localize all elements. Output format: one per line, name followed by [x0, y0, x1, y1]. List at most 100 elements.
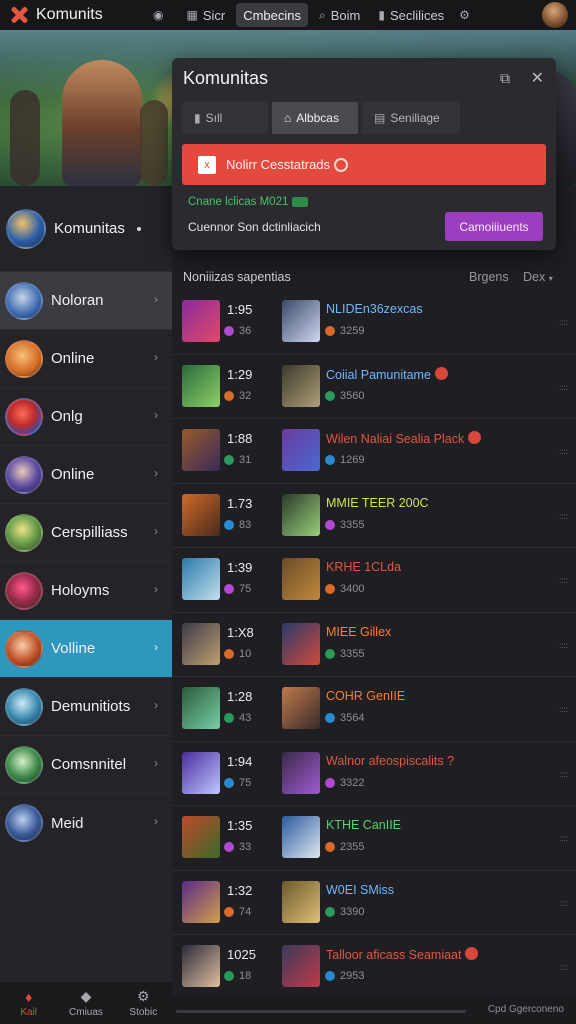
game-thumbnail — [182, 880, 220, 923]
sort-option-dex[interactable]: Dex ▾ — [523, 270, 553, 284]
chevron-right-icon: › — [154, 292, 158, 306]
list-item[interactable]: 1:39 75 KRHE 1CLda 3400:::: — [172, 548, 576, 613]
list-item[interactable]: 1:88 31 Wilen Naliai Sealia Plack 1269:::: — [172, 419, 576, 484]
community-name[interactable]: NLIDEn36zexcas — [326, 302, 423, 316]
list-item[interactable]: 1:28 43 COHR GenIIE 3564:::: — [172, 677, 576, 742]
badge-icon — [325, 842, 335, 852]
chevron-down-icon: ▾ — [548, 274, 553, 283]
list-item[interactable]: 1:94 75 Walnor afeospiscalits ? 3322:::: — [172, 742, 576, 806]
chart-icon: ▮ — [378, 8, 385, 22]
alert-banner[interactable]: x Nolirr Cesstatrads — [182, 144, 546, 185]
shield-icon: ⌂ — [284, 111, 292, 125]
row-menu-icon[interactable]: :::: — [559, 383, 568, 392]
sidebar-item-meid[interactable]: Meid › — [0, 794, 172, 852]
session-time: 1:32 — [227, 882, 253, 898]
tab-label: Seniliage — [390, 111, 440, 125]
sort-option-brgens[interactable]: Brgens — [469, 270, 509, 284]
avatar — [5, 513, 43, 552]
dialog-description: Cuennor Son dctinliacich — [188, 220, 321, 234]
game-thumbnail — [182, 751, 220, 794]
game-thumbnail — [182, 493, 220, 536]
tab-cmiuas[interactable]: ◆ Cmiuas — [57, 982, 114, 1024]
settings-icon: ⚙ — [137, 988, 150, 1004]
community-name[interactable]: Wilen Naliai Sealia Plack — [326, 431, 482, 446]
community-thumbnail — [282, 558, 320, 600]
community-name[interactable]: Walnor afeospiscalits ? — [326, 754, 454, 768]
list-item[interactable]: 1:X8 10 MIEE Gillex 3355:::: — [172, 613, 576, 677]
community-name[interactable]: Talloor aficass Seamiaat — [326, 947, 479, 962]
top-bar: Komunits ◉ ▦ Sicr Cmbecins ⌕ Boim ▮ Secl… — [0, 0, 576, 30]
alert-badge-icon — [465, 947, 479, 960]
row-menu-icon[interactable]: :::: — [559, 963, 568, 972]
list-item[interactable]: 1:29 32 Coiial Pamunitame 3560:::: — [172, 355, 576, 419]
tab-kail[interactable]: ♦ Kail — [0, 982, 57, 1024]
top-nav-sicr[interactable]: ▦ Sicr — [179, 3, 232, 27]
row-menu-icon[interactable]: :::: — [559, 576, 568, 585]
community-name[interactable]: KRHE 1CLda — [326, 560, 401, 574]
footer-text: Cpd Ggerconeno — [487, 1004, 564, 1015]
sidebar-item-label: Volline — [51, 640, 96, 657]
player-count: 18 — [224, 970, 251, 982]
tab-seniliage[interactable]: ▤ Seniliage — [362, 102, 460, 134]
alert-x-icon: x — [198, 155, 216, 174]
dialog-action-button[interactable]: Camoiiiuents — [445, 212, 543, 241]
top-view-button[interactable]: ◉ — [146, 3, 175, 27]
list-item[interactable]: 1025 18 Talloor aficass Seamiaat 2953:::: — [172, 935, 576, 1000]
row-menu-icon[interactable]: :::: — [559, 318, 568, 327]
row-menu-icon[interactable]: :::: — [559, 770, 568, 779]
row-menu-icon[interactable]: :::: — [559, 834, 568, 843]
top-settings-button[interactable]: ⚙ — [455, 3, 474, 27]
community-name[interactable]: MMIE TEER 200C — [326, 496, 429, 510]
list-item[interactable]: 1:32 74 W0EI SMiss 3390:::: — [172, 871, 576, 935]
community-thumbnail — [282, 300, 320, 342]
close-icon[interactable]: ✕ — [531, 68, 544, 88]
sidebar-item-comsnnitel[interactable]: Comsnnitel › — [0, 736, 172, 794]
sidebar-item-volline[interactable]: Volline › — [0, 620, 172, 678]
community-name[interactable]: Coiial Pamunitame — [326, 366, 448, 382]
community-name[interactable]: KTHE CanIIE — [326, 818, 401, 832]
community-thumbnail — [282, 622, 320, 665]
tab-stobic[interactable]: ⚙ Stobic — [115, 982, 172, 1024]
badge-icon — [325, 906, 335, 917]
badge-icon — [325, 455, 335, 465]
expand-icon[interactable]: ⧉ — [500, 70, 510, 87]
sidebar-header[interactable]: Komunitas — [0, 186, 172, 272]
sidebar-item-cerspilliass[interactable]: Cerspilliass › — [0, 504, 172, 562]
user-avatar[interactable] — [542, 2, 568, 28]
list-item[interactable]: 1.73 83 MMIE TEER 200C 3355:::: — [172, 484, 576, 548]
community-name[interactable]: MIEE Gillex — [326, 625, 391, 639]
hero-character — [62, 60, 142, 186]
scrollbar[interactable] — [176, 1010, 466, 1013]
game-thumbnail — [182, 300, 220, 342]
app-logo-icon[interactable] — [8, 4, 30, 26]
top-nav-seclilices[interactable]: ▮ Seclilices — [371, 3, 451, 27]
sidebar-item-online-1[interactable]: Online › — [0, 330, 172, 388]
session-time: 1:94 — [227, 753, 253, 769]
row-menu-icon[interactable]: :::: — [559, 641, 568, 650]
row-menu-icon[interactable]: :::: — [559, 899, 568, 908]
app-title: Komunits — [36, 6, 103, 23]
community-name[interactable]: W0EI SMiss — [326, 883, 394, 897]
row-menu-icon[interactable]: :::: — [559, 705, 568, 714]
tab-albbcas[interactable]: ⌂ Albbcas — [272, 102, 358, 134]
community-name[interactable]: COHR GenIIE — [326, 689, 405, 703]
top-nav-cmbecins[interactable]: Cmbecins — [236, 3, 309, 27]
top-nav-label: Cmbecins — [243, 7, 302, 23]
tab-sill[interactable]: ▮ Sıll — [182, 102, 268, 134]
list-item[interactable]: 1:35 33 KTHE CanIIE 2355:::: — [172, 806, 576, 871]
avatar — [5, 687, 43, 726]
badge-icon — [325, 777, 335, 788]
top-nav-boim[interactable]: ⌕ Boim — [312, 3, 367, 27]
list-item[interactable]: 1:95 36 NLIDEn36zexcas 3259:::: — [172, 290, 576, 355]
sidebar-item-noloran[interactable]: Noloran › — [0, 272, 172, 330]
session-time: 1:39 — [227, 560, 253, 575]
sidebar-item-holoyms[interactable]: Holoyms › — [0, 562, 172, 620]
sidebar-item-online-2[interactable]: Online › — [0, 446, 172, 504]
sidebar-item-demunitiots[interactable]: Demunitiots › — [0, 678, 172, 736]
sidebar-item-onlg[interactable]: Onlg › — [0, 388, 172, 446]
member-count: 3560 — [325, 390, 364, 402]
avatar — [5, 281, 43, 320]
member-count: 3564 — [325, 712, 364, 724]
row-menu-icon[interactable]: :::: — [559, 512, 568, 521]
row-menu-icon[interactable]: :::: — [559, 447, 568, 456]
